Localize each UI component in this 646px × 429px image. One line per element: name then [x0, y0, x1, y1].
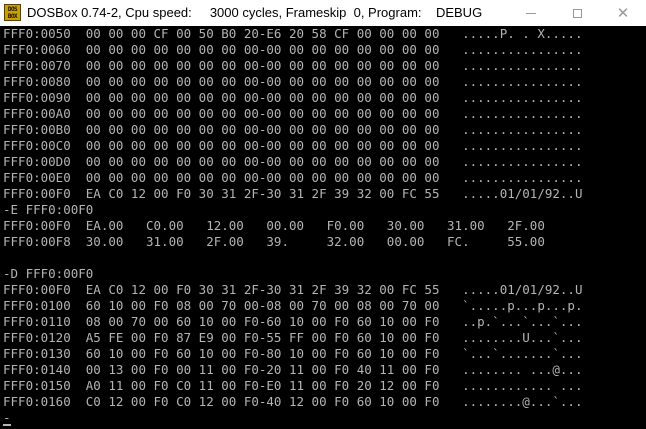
text-cursor [3, 424, 11, 426]
console-screen[interactable]: FFF0:0050 00 00 00 CF 00 50 B0 20-E6 20 … [0, 26, 646, 429]
console-line: FFF0:0140 00 13 00 F0 00 11 00 F0-20 11 … [3, 362, 583, 377]
console-line: FFF0:00F0 EA C0 12 00 F0 30 31 2F-30 31 … [3, 282, 583, 297]
console-line: FFF0:0150 A0 11 00 F0 C0 11 00 F0-E0 11 … [3, 378, 583, 393]
maximize-button[interactable] [554, 0, 600, 26]
minimize-icon [526, 12, 536, 14]
console-line: FFF0:0060 00 00 00 00 00 00 00 00-00 00 … [3, 42, 583, 57]
dosbox-app-icon: DOS BOX [4, 4, 21, 21]
console-command-line: -D FFF0:00F0 [3, 266, 94, 281]
console-line: FFF0:0100 60 10 00 F0 08 00 70 00-08 00 … [3, 298, 583, 313]
console-line: FFF0:00F8 30.00 31.00 2F.00 39. 32.00 00… [3, 234, 545, 249]
console-line: FFF0:0070 00 00 00 00 00 00 00 00-00 00 … [3, 58, 583, 73]
console-line: FFF0:00F0 EA.00 C0.00 12.00 00.00 F0.00 … [3, 218, 545, 233]
console-line: FFF0:0160 C0 12 00 F0 C0 12 00 F0-40 12 … [3, 394, 583, 409]
close-button[interactable]: ✕ [600, 0, 646, 26]
console-line: FFF0:00C0 00 00 00 00 00 00 00 00-00 00 … [3, 138, 583, 153]
console-line: FFF0:00B0 00 00 00 00 00 00 00 00-00 00 … [3, 122, 583, 137]
console-line: FFF0:0130 60 10 00 F0 60 10 00 F0-80 10 … [3, 346, 583, 361]
console-line: FFF0:00E0 00 00 00 00 00 00 00 00-00 00 … [3, 170, 583, 185]
window-title: DOSBox 0.74-2, Cpu speed: 3000 cycles, F… [27, 5, 483, 20]
minimize-button[interactable] [508, 0, 554, 26]
console-line: FFF0:00D0 00 00 00 00 00 00 00 00-00 00 … [3, 154, 583, 169]
console-line: FFF0:0090 00 00 00 00 00 00 00 00-00 00 … [3, 90, 583, 105]
console-line: FFF0:00A0 00 00 00 00 00 00 00 00-00 00 … [3, 106, 583, 121]
console-command-line: -E FFF0:00F0 [3, 202, 94, 217]
console-line: FFF0:0120 A5 FE 00 F0 87 E9 00 F0-55 FF … [3, 330, 583, 345]
title-bar[interactable]: DOS BOX DOSBox 0.74-2, Cpu speed: 3000 c… [0, 0, 646, 26]
console-line: FFF0:0050 00 00 00 CF 00 50 B0 20-E6 20 … [3, 26, 583, 41]
console-line: FFF0:00F0 EA C0 12 00 F0 30 31 2F-30 31 … [3, 186, 583, 201]
console-line: FFF0:0080 00 00 00 00 00 00 00 00-00 00 … [3, 74, 583, 89]
console-line: FFF0:0110 08 00 70 00 60 10 00 F0-60 10 … [3, 314, 583, 329]
dosbox-window: DOS BOX DOSBox 0.74-2, Cpu speed: 3000 c… [0, 0, 646, 429]
maximize-icon [572, 8, 582, 18]
close-icon: ✕ [616, 3, 630, 22]
